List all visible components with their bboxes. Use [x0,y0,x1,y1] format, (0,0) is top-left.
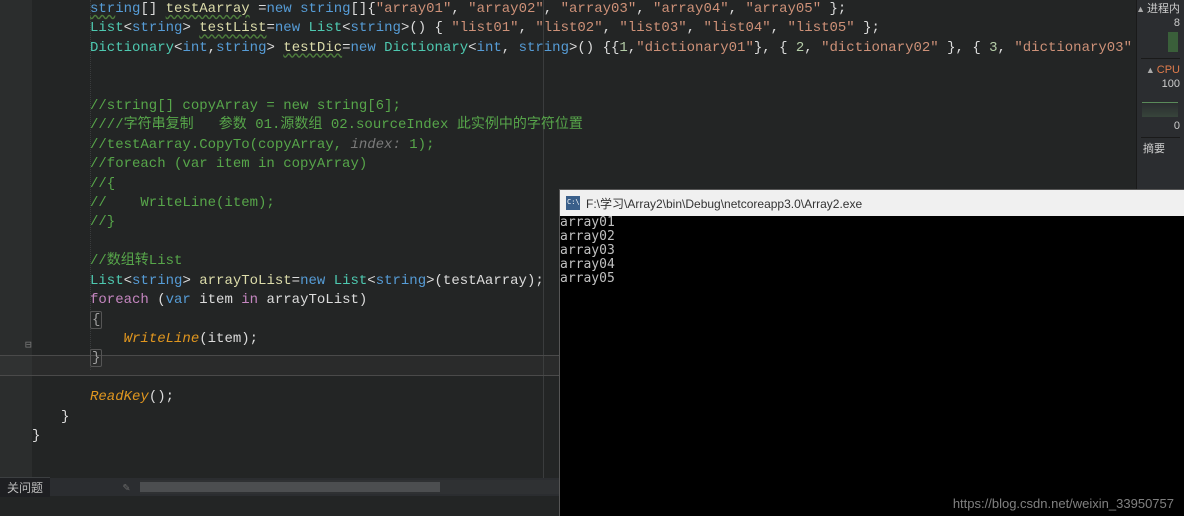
console-titlebar[interactable]: F:\学习\Array2\bin\Debug\netcoreapp3.0\Arr… [560,190,1184,216]
open-brace: { [90,311,102,329]
comment-line: //string[] copyArray = new string[6]; [90,98,401,114]
editor-gutter: ⊟ [0,0,32,478]
writeline-call: WriteLine [124,331,200,347]
diagnostics-panel: ▲进程内 8 ▲CPU 100 0 摘要 [1136,0,1184,190]
readkey-call: ReadKey [90,389,149,405]
comment-line: // WriteLine(item); [90,195,275,211]
diag-value: 0 [1174,119,1180,133]
comment-line: //} [90,214,115,230]
diag-section-summary[interactable]: 摘要 [1143,142,1165,156]
problems-tab[interactable]: 关问题 [0,477,50,497]
closing-brace: } [32,428,40,444]
diag-value: 8 [1174,16,1180,30]
watermark-text: https://blog.csdn.net/weixin_33950757 [953,496,1174,511]
diag-value: 100 [1162,77,1180,91]
scrollbar-thumb[interactable] [140,482,440,492]
diag-cpu-chart [1142,93,1180,117]
comment-line: //{ [90,176,115,192]
comment-line: ////字符串复制 参数 01.源数组 02.sourceIndex 此实例中的… [90,117,583,133]
console-output: array01 array02 array03 array04 array05 [560,216,1184,286]
diag-section-cpu: CPU [1157,63,1180,77]
diag-bar-icon [1168,32,1178,52]
comment-line: //foreach (var item in copyArray) [90,156,367,172]
diag-section-process: 进程内 [1147,2,1180,16]
close-brace: } [90,349,102,367]
comment-line: //testAarray.CopyTo(copyArray, [90,137,350,153]
closing-brace: } [61,409,69,425]
parameter-hint: index: [350,137,400,153]
console-window[interactable]: F:\学习\Array2\bin\Debug\netcoreapp3.0\Arr… [560,190,1184,516]
console-title-text: F:\学习\Array2\bin\Debug\netcoreapp3.0\Arr… [586,195,862,212]
comment-line: //数组转List [90,253,182,269]
brush-icon[interactable]: ✎ [50,480,136,495]
console-app-icon [566,196,580,210]
